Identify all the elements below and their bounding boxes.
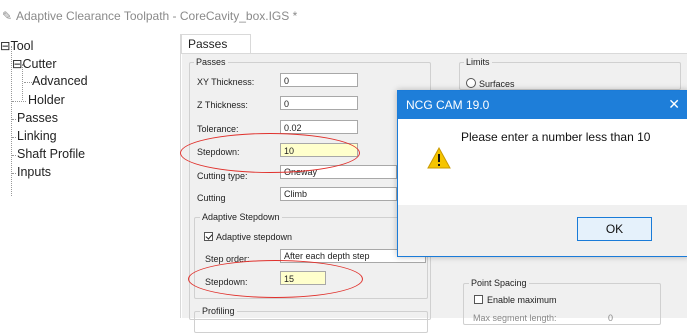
limits-group-title: Limits (464, 57, 492, 67)
tab-bar (181, 34, 687, 54)
max-segment-label: Max segment length: (473, 313, 557, 323)
dialog-title: NCG CAM 19.0 (406, 98, 490, 112)
tree-item-shaft-profile[interactable]: Shaft Profile (17, 147, 85, 161)
pin-icon: ✎ (2, 9, 13, 23)
close-icon[interactable]: ✕ (668, 96, 680, 113)
tree-connector (12, 119, 16, 120)
adaptive-stepdown-field[interactable]: 15 (280, 271, 326, 285)
error-dialog: NCG CAM 19.0 ✕ Please enter a number les… (397, 90, 687, 257)
z-thickness-field[interactable]: 0 (280, 96, 358, 110)
settings-tree: ⊟Tool ⊟Cutter Advanced Holder Passes Lin… (0, 34, 181, 318)
window-title-text: Adaptive Clearance Toolpath - CoreCavity… (16, 9, 298, 23)
tree-connector (12, 173, 16, 174)
tree-item-passes[interactable]: Passes (17, 111, 58, 125)
tolerance-label: Tolerance: (197, 124, 239, 134)
stepdown-label: Stepdown: (197, 147, 240, 157)
tree-item-holder[interactable]: Holder (28, 93, 65, 107)
enable-maximum-checkbox[interactable] (474, 295, 483, 304)
window-title: ✎ Adaptive Clearance Toolpath - CoreCavit… (2, 9, 297, 23)
tab-passes[interactable]: Passes (181, 34, 251, 53)
surfaces-radio-label: Surfaces (479, 79, 515, 89)
tree-item-inputs[interactable]: Inputs (17, 165, 51, 179)
adaptive-stepdown-label: Stepdown: (205, 277, 248, 287)
point-spacing-group-title: Point Spacing (469, 278, 529, 288)
z-thickness-label: Z Thickness: (197, 100, 248, 110)
tree-connector (12, 137, 16, 138)
tree-connector (12, 101, 26, 102)
enable-maximum-label: Enable maximum (487, 295, 557, 305)
collapse-icon[interactable]: ⊟ (12, 57, 22, 71)
xy-thickness-field[interactable]: 0 (280, 73, 358, 87)
step-order-label: Step order: (205, 254, 250, 264)
collapse-icon[interactable]: ⊟ (0, 39, 10, 53)
passes-group-title: Passes (194, 57, 228, 67)
dialog-title-bar: NCG CAM 19.0 ✕ (398, 91, 687, 119)
warning-icon (427, 147, 451, 169)
tree-item-linking[interactable]: Linking (17, 129, 57, 143)
adaptive-stepdown-checkbox-label: Adaptive stepdown (216, 232, 293, 242)
cutting-select[interactable]: Climb (280, 187, 397, 201)
tree-item-advanced[interactable]: Advanced (32, 74, 88, 88)
tree-connector (24, 82, 32, 83)
dialog-message: Please enter a number less than 10 (461, 130, 651, 144)
tree-item-cutter[interactable]: ⊟Cutter (12, 56, 57, 71)
xy-thickness-label: XY Thickness: (197, 77, 255, 87)
tree-connector (12, 155, 16, 156)
stepdown-field[interactable]: 10 (280, 143, 358, 157)
adaptive-stepdown-checkbox[interactable] (204, 232, 213, 241)
tree-item-tool[interactable]: ⊟Tool (0, 38, 33, 53)
tolerance-field[interactable]: 0.02 (280, 120, 358, 134)
profiling-group-title: Profiling (200, 306, 237, 316)
surfaces-radio[interactable] (466, 78, 476, 88)
cutting-type-label: Cutting type: (197, 171, 248, 181)
cutting-label: Cutting (197, 193, 226, 203)
max-segment-value: 0 (608, 313, 614, 323)
adaptive-stepdown-group-title: Adaptive Stepdown (200, 212, 282, 222)
cutting-type-select[interactable]: Oneway (280, 165, 397, 179)
ok-button[interactable]: OK (577, 217, 652, 241)
